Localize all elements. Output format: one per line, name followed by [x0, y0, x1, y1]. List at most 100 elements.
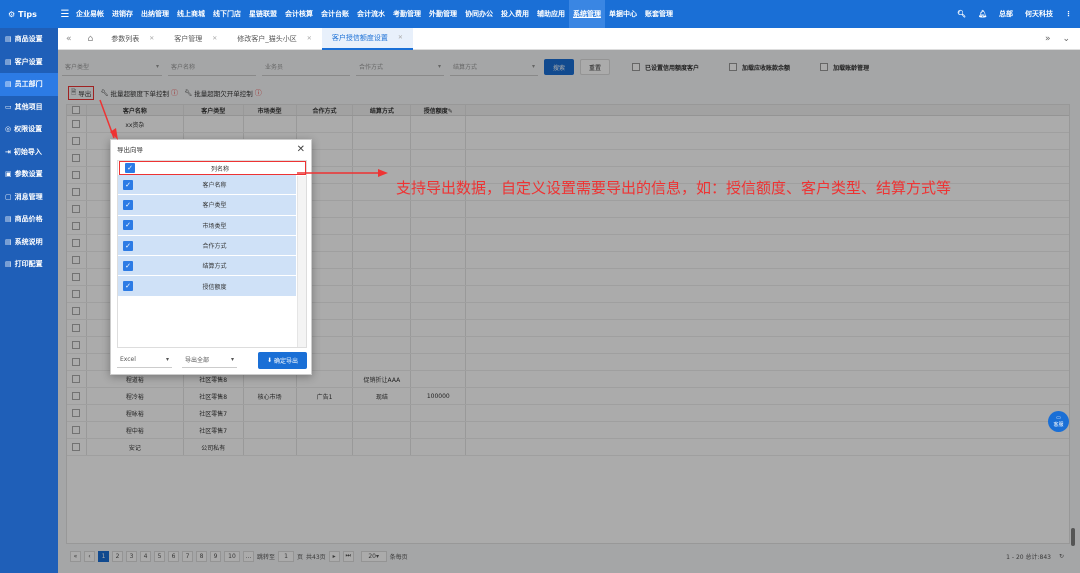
- gear-icon: ⚙: [8, 9, 16, 19]
- close-icon[interactable]: ✕: [212, 35, 217, 42]
- sidebar-item[interactable]: ◎ 权限设置: [0, 118, 58, 141]
- column-option-label: 客户名称: [202, 182, 227, 190]
- checkbox[interactable]: ✓: [123, 179, 133, 190]
- nav-item[interactable]: 辅助应用: [533, 0, 569, 28]
- export-dialog: 导出向导 ✕ ✓ 列名称 ✓ 客户名称 ✓ 客户类型 ✓ 市场类型 ✓ 合作方式 ✓ 结算…: [110, 139, 312, 375]
- column-option-label: 结算方式: [202, 263, 227, 271]
- home-icon[interactable]: ⌂: [80, 34, 102, 44]
- import-icon: ⇥: [5, 147, 11, 156]
- column-option-label: 授信额度: [202, 283, 227, 291]
- close-icon[interactable]: ✕: [297, 144, 305, 155]
- nav-item[interactable]: 会计流水: [353, 0, 389, 28]
- column-list: ✓ 列名称 ✓ 客户名称 ✓ 客户类型 ✓ 市场类型 ✓ 合作方式 ✓ 结算方式 ✓ 授信额…: [117, 160, 307, 348]
- top-nav: 企业易帐 进销存 出纳管理 线上商城 线下门店 星链联盟 会计核算 会计台账 会…: [72, 0, 677, 28]
- sidebar-item[interactable]: ▤ 商品价格: [0, 208, 58, 231]
- close-icon[interactable]: ✕: [398, 34, 403, 41]
- nav-item[interactable]: 账套管理: [641, 0, 677, 28]
- scope-select[interactable]: 导出全部 ▾: [182, 352, 237, 368]
- nav-item[interactable]: 星链联盟: [245, 0, 281, 28]
- column-option[interactable]: ✓ 授信额度: [118, 276, 296, 297]
- confirm-export-button[interactable]: ⬇ 确定导出: [258, 351, 307, 369]
- checkbox[interactable]: ✓: [123, 260, 133, 271]
- customer-service-button[interactable]: ▭ 客服: [1048, 411, 1069, 432]
- column-list-header-label: 列名称: [210, 165, 229, 173]
- tab-label: 修改客户_猫头小区: [237, 34, 297, 43]
- tab[interactable]: 客户管理 ✕: [164, 28, 227, 50]
- nav-item[interactable]: 外勤管理: [425, 0, 461, 28]
- checkbox[interactable]: ✓: [123, 220, 133, 231]
- confirm-label: 确定导出: [273, 357, 298, 365]
- checkbox[interactable]: ✓: [123, 240, 133, 251]
- column-option[interactable]: ✓ 客户类型: [118, 195, 296, 216]
- nav-item[interactable]: 会计台账: [317, 0, 353, 28]
- sidebar-item-active[interactable]: ▤ 员工部门: [0, 73, 58, 96]
- close-icon[interactable]: ✕: [307, 35, 312, 42]
- caret-down-icon: ▾: [230, 356, 234, 363]
- sidebar-item[interactable]: ▭ 其他项目: [0, 96, 58, 119]
- sidebar-item-label: 参数设置: [14, 170, 43, 179]
- tab[interactable]: 参数列表 ✕: [101, 28, 164, 50]
- list-icon: ▤: [5, 260, 12, 269]
- select-all-checkbox[interactable]: ✓: [125, 163, 135, 173]
- nav-item-active[interactable]: 系统管理: [569, 0, 605, 28]
- checkbox[interactable]: ✓: [123, 199, 133, 210]
- menu-icon[interactable]: ☰: [58, 9, 72, 20]
- list-icon: ▤: [5, 237, 12, 246]
- download-icon: ⬇: [267, 356, 273, 364]
- company-name[interactable]: 何天科技: [1025, 9, 1053, 19]
- close-icon[interactable]: ✕: [149, 35, 154, 42]
- sidebar-item-label: 权限设置: [14, 125, 43, 134]
- search-icon[interactable]: 🔍︎: [957, 10, 966, 18]
- column-option[interactable]: ✓ 合作方式: [118, 235, 296, 257]
- top-bar: ⚙ Tips ☰ 企业易帐 进销存 出纳管理 线上商城 线下门店 星链联盟 会计…: [0, 0, 1080, 28]
- sidebar-item[interactable]: ▤ 商品设置: [0, 28, 58, 51]
- sidebar-item[interactable]: ▤ 打印配置: [0, 253, 58, 276]
- tab[interactable]: 修改客户_猫头小区 ✕: [227, 28, 322, 50]
- nav-item[interactable]: 协同办公: [461, 0, 497, 28]
- bell-icon[interactable]: 🔔︎: [978, 10, 987, 18]
- nav-item[interactable]: 线下门店: [209, 0, 245, 28]
- nav-item[interactable]: 考勤管理: [389, 0, 425, 28]
- annotation-text: 支持导出数据，自定义设置需要导出的信息，如：授信额度、客户类型、结算方式等: [396, 179, 952, 197]
- nav-item[interactable]: 进销存: [108, 0, 137, 28]
- sidebar-item-label: 消息管理: [14, 192, 43, 201]
- tab-bar: « ⌂ 参数列表 ✕ 客户管理 ✕ 修改客户_猫头小区 ✕ 客户授信额度设置 ✕ » ⌄: [58, 27, 1080, 50]
- list-icon: ▤: [5, 35, 12, 44]
- dialog-header: 导出向导 ✕: [111, 140, 311, 158]
- user-role[interactable]: 总部: [999, 9, 1013, 19]
- sidebar-item-label: 其他项目: [14, 102, 43, 111]
- scope-value: 导出全部: [185, 357, 210, 364]
- sidebar-item-label: 初始导入: [13, 147, 42, 156]
- chevron-right-double-icon[interactable]: »: [1045, 34, 1051, 44]
- page-scrollbar[interactable]: [1070, 118, 1076, 548]
- format-select[interactable]: Excel ▾: [117, 352, 172, 368]
- brand[interactable]: ⚙ Tips: [0, 10, 58, 19]
- sidebar-item[interactable]: ▤ 客户设置: [0, 51, 58, 74]
- sidebar-item[interactable]: ⇥ 初始导入: [0, 141, 58, 164]
- checkbox[interactable]: ✓: [123, 281, 133, 292]
- nav-item[interactable]: 单据中心: [605, 0, 641, 28]
- sidebar-item[interactable]: ▣ 参数设置: [0, 163, 58, 186]
- scroll-thumb[interactable]: [1071, 528, 1075, 546]
- nav-item[interactable]: 会计核算: [281, 0, 317, 28]
- nav-item[interactable]: 线上商城: [173, 0, 209, 28]
- sidebar-item[interactable]: ▢ 消息管理: [0, 186, 58, 209]
- collapse-icon[interactable]: «: [58, 34, 80, 44]
- more-icon[interactable]: ⋮: [1065, 10, 1072, 18]
- nav-item[interactable]: 出纳管理: [137, 0, 173, 28]
- nav-item[interactable]: 投入费用: [497, 0, 533, 28]
- scrollbar[interactable]: [297, 176, 306, 347]
- list-icon: ▤: [5, 215, 12, 224]
- brand-label: Tips: [18, 9, 37, 19]
- list-icon: ▤: [5, 57, 12, 66]
- sidebar-item[interactable]: ▤ 系统说明: [0, 231, 58, 254]
- tab-active[interactable]: 客户授信额度设置 ✕: [321, 27, 413, 50]
- column-option[interactable]: ✓ 市场类型: [118, 215, 296, 236]
- column-option[interactable]: ✓ 结算方式: [118, 256, 296, 277]
- column-option[interactable]: ✓ 客户名称: [118, 175, 296, 196]
- chevron-down-icon[interactable]: ⌄: [1062, 34, 1070, 44]
- sidebar-item-label: 商品设置: [14, 35, 43, 44]
- nav-item[interactable]: 企业易帐: [72, 0, 108, 28]
- sidebar-item-label: 打印配置: [14, 260, 43, 269]
- column-option-label: 合作方式: [202, 243, 227, 251]
